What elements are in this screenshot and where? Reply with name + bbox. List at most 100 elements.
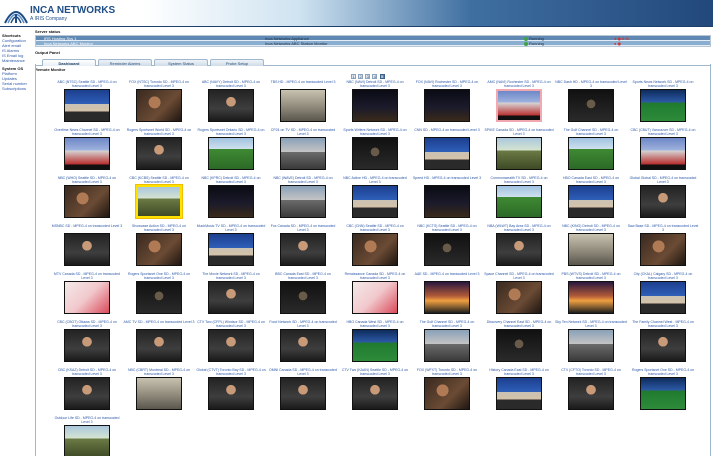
monitor-tile-label[interactable]: HBO Canada East SD - MPEG-4 on transcode… <box>555 176 627 184</box>
monitor-tile-thumbnail[interactable] <box>640 137 686 170</box>
monitor-tile-label[interactable]: CTV Two (KAAN) Seattle SD - MPEG-4 on tr… <box>339 368 411 376</box>
monitor-tile-label[interactable]: PBS (WTVS) Detroit SD - MPEG-4 on transc… <box>555 272 627 280</box>
monitor-tile-label[interactable]: Sports News Network SD - MPEG-4 on trans… <box>627 80 699 88</box>
monitor-tile[interactable]: The Golf Channel SD - MPEG-4 on transcod… <box>411 320 483 368</box>
monitor-tile-thumbnail[interactable] <box>568 185 614 218</box>
monitor-tile-thumbnail[interactable] <box>352 329 398 362</box>
monitor-tile-label[interactable]: CBC (CBOT) Ottawa SD - MPEG-4 on transco… <box>51 320 123 328</box>
monitor-tile[interactable]: The Movie Network SD - MPEG-4 on transco… <box>195 272 267 320</box>
monitor-tile[interactable]: NBC (WHO) Seattle SD - MPEG-4 on transco… <box>51 176 123 224</box>
monitor-tile[interactable]: Saw Base SD - MPEG-4 on transcoded Level… <box>627 224 699 272</box>
monitor-tile-label[interactable]: AMC TV SD - MPEG-4 on transcoded Level 3 <box>123 320 195 324</box>
monitor-tile-label[interactable]: FOX (NTSC) Toronto SD - MPEG-4 on transc… <box>123 80 195 88</box>
monitor-tile-thumbnail[interactable] <box>136 377 182 410</box>
monitor-tile-thumbnail[interactable] <box>352 137 398 170</box>
monitor-tile-label[interactable]: NBC (CBRT) Montreal SD - MPEG-4 on trans… <box>123 368 195 376</box>
monitor-tile[interactable]: Global (CTVT) Toronto Bay SD - MPEG-4 on… <box>195 368 267 416</box>
monitor-tile-thumbnail[interactable] <box>208 137 254 170</box>
monitor-tile-label[interactable]: CBC (CBUT) Vancouver SD - MPEG-4 on tran… <box>627 128 699 136</box>
monitor-tile-thumbnail[interactable] <box>496 377 542 410</box>
monitor-tile-thumbnail[interactable] <box>136 233 182 266</box>
monitor-tile-label[interactable]: The Golf Channel SD - MPEG-4 on transcod… <box>555 128 627 136</box>
monitor-tile-thumbnail[interactable] <box>280 137 326 170</box>
monitor-tile-thumbnail[interactable] <box>280 329 326 362</box>
monitor-tile[interactable]: Food Network SD - MPEG-4 on transcoded L… <box>267 320 339 368</box>
monitor-tile-label[interactable]: AMC (NAVI) Rochester SD - MPEG-4 on tran… <box>483 80 555 88</box>
monitor-tile-label[interactable]: Food Network SD - MPEG-4 on transcoded L… <box>267 320 339 328</box>
monitor-tile-label[interactable]: A&E SD - MPEG-4 on transcoded Level 3 <box>411 272 483 276</box>
monitor-tile-label[interactable]: Showcase Action SD - MPEG-4 on transcode… <box>123 224 195 232</box>
monitor-tile[interactable]: History Canada East SD - MPEG-4 on trans… <box>483 368 555 416</box>
monitor-tile-thumbnail[interactable] <box>640 377 686 410</box>
monitor-tile-label[interactable]: CBC (KSAZ) Detroit SD - MPEG-4 on transc… <box>51 368 123 376</box>
monitor-tile-label[interactable]: Rogers Sportsnet Ontario SD - MPEG-4 on … <box>195 128 267 136</box>
monitor-tile[interactable]: Global Global SD - MPEG-4 on transcoded … <box>627 176 699 224</box>
monitor-tile-thumbnail[interactable] <box>640 329 686 362</box>
monitor-tile-label[interactable]: Commonwealth TV SD - MPEG-4 on transcode… <box>483 176 555 184</box>
server-row[interactable]: Inca Networks ABC Monitor Inca Networks … <box>36 41 710 46</box>
monitor-tile-thumbnail[interactable] <box>352 377 398 410</box>
monitor-tile-thumbnail[interactable] <box>208 329 254 362</box>
monitor-tile-label[interactable]: City (CKAL) Calgary SD - MPEG-4 on trans… <box>627 272 699 280</box>
monitor-tile-thumbnail[interactable] <box>136 281 182 314</box>
monitor-tile-label[interactable]: NBC (WAVE) Detroit SD - MPEG-4 on transc… <box>267 176 339 184</box>
monitor-tile[interactable]: Speed HD - MPEG-4 on transcoded Level 3 <box>411 176 483 224</box>
monitor-tile-label[interactable]: Sports Writers Network SD - MPEG-4 on tr… <box>339 128 411 136</box>
monitor-tile-thumbnail[interactable] <box>136 185 182 218</box>
monitor-tile-label[interactable]: OMNI Canada SD - MPEG-4 on transcoded Le… <box>267 368 339 376</box>
monitor-tile-thumbnail[interactable] <box>640 233 686 266</box>
monitor-tile-thumbnail[interactable] <box>64 425 110 456</box>
monitor-tile[interactable]: MuchMusic TV SD - MPEG-4 on transcoded L… <box>195 224 267 272</box>
monitor-tile[interactable]: Showcase Action SD - MPEG-4 on transcode… <box>123 224 195 272</box>
monitor-tile-thumbnail[interactable] <box>208 89 254 122</box>
monitor-tile[interactable]: NBC Active HD - MPEG-4 on transcoded Lev… <box>339 176 411 224</box>
monitor-tile-thumbnail[interactable] <box>64 377 110 410</box>
monitor-tile-thumbnail[interactable] <box>280 89 326 122</box>
monitor-tile[interactable]: CNN SD - MPEG-4 on transcoded Level 3 <box>411 128 483 176</box>
monitor-tile-thumbnail[interactable] <box>208 185 254 218</box>
monitor-tile[interactable]: Fox Canada SD - MPEG-4 on transcoded Lev… <box>267 224 339 272</box>
monitor-tile-label[interactable]: NBC Active HD - MPEG-4 on transcoded Lev… <box>339 176 411 184</box>
monitor-tile[interactable]: CBC (CBUT) Vancouver SD - MPEG-4 on tran… <box>627 128 699 176</box>
monitor-tile-label[interactable]: ABC (NAVY) Detroit SD - MPEG-4 on transc… <box>195 80 267 88</box>
monitor-tile[interactable]: CBC (CBOT) Ottawa SD - MPEG-4 on transco… <box>51 320 123 368</box>
monitor-tile-thumbnail[interactable] <box>424 329 470 362</box>
monitor-tile-label[interactable]: Renaissance Canada SD - MPEG-4 on transc… <box>339 272 411 280</box>
monitor-tile[interactable]: The Family Channel West - MPEG-4 on tran… <box>627 320 699 368</box>
monitor-tile-thumbnail[interactable] <box>640 185 686 218</box>
monitor-tile-thumbnail[interactable] <box>136 89 182 122</box>
monitor-tile-thumbnail[interactable] <box>568 233 614 266</box>
monitor-tile-thumbnail[interactable] <box>568 377 614 410</box>
monitor-tile[interactable]: BBC Canada East SD - MPEG-4 on transcode… <box>267 272 339 320</box>
monitor-tile-thumbnail[interactable] <box>424 233 470 266</box>
monitor-tile[interactable]: NBC (WAVE) Detroit SD - MPEG-4 on transc… <box>267 176 339 224</box>
sidebar-item-subscriptions[interactable]: Subscriptions <box>2 86 31 91</box>
monitor-tile-thumbnail[interactable] <box>352 89 398 122</box>
monitor-tile-label[interactable]: MSNBC SD - MPEG-4 on transcoded Level 3 <box>51 224 123 228</box>
monitor-tile[interactable]: Rogers Sportsnet One SD - MPEG-4 on tran… <box>123 272 195 320</box>
monitor-tile-thumbnail[interactable] <box>568 137 614 170</box>
monitor-tile[interactable]: AMC (NAVI) Rochester SD - MPEG-4 on tran… <box>483 80 555 128</box>
monitor-tile-label[interactable]: History Canada East SD - MPEG-4 on trans… <box>483 368 555 376</box>
monitor-tile-thumbnail[interactable] <box>64 185 110 218</box>
monitor-tile-thumbnail[interactable] <box>568 281 614 314</box>
monitor-tile-thumbnail[interactable] <box>496 233 542 266</box>
monitor-tile-thumbnail[interactable] <box>352 281 398 314</box>
monitor-tile[interactable]: NBC (KING) Detroit SD - MPEG-4 on transc… <box>555 224 627 272</box>
monitor-tile-thumbnail[interactable] <box>208 377 254 410</box>
monitor-tile-label[interactable]: MuchMusic TV SD - MPEG-4 on transcoded L… <box>195 224 267 232</box>
monitor-tile-thumbnail[interactable] <box>280 281 326 314</box>
monitor-tile-thumbnail[interactable] <box>640 281 686 314</box>
monitor-tile-thumbnail[interactable] <box>496 329 542 362</box>
monitor-tile[interactable]: Outdoor Life SD - MPEG-4 on transcoded L… <box>51 416 123 456</box>
monitor-tile-label[interactable]: Rogers Sportsnet One SD - MPEG-4 on tran… <box>627 368 699 376</box>
monitor-tile-label[interactable]: FOX (WFXT) Toronto SD - MPEG-4 on transc… <box>411 368 483 376</box>
monitor-tile-label[interactable]: Space Channel SD - MPEG-4 on transcoded … <box>483 272 555 280</box>
monitor-tile[interactable]: A&E SD - MPEG-4 on transcoded Level 3 <box>411 272 483 320</box>
monitor-tile-thumbnail[interactable] <box>496 281 542 314</box>
monitor-tile[interactable]: Sky Ten Network SD - MPEG-4 on transcode… <box>555 320 627 368</box>
monitor-tile[interactable]: FOX (NTSC) Toronto SD - MPEG-4 on transc… <box>123 80 195 128</box>
monitor-tile[interactable]: NBC (NAVI) Detroit SD - MPEG-4 on transc… <box>339 80 411 128</box>
monitor-tile-label[interactable]: NBC Dash HD - MPEG-4 on transcoded Level… <box>555 80 627 88</box>
monitor-tile[interactable]: The Golf Channel SD - MPEG-4 on transcod… <box>555 128 627 176</box>
